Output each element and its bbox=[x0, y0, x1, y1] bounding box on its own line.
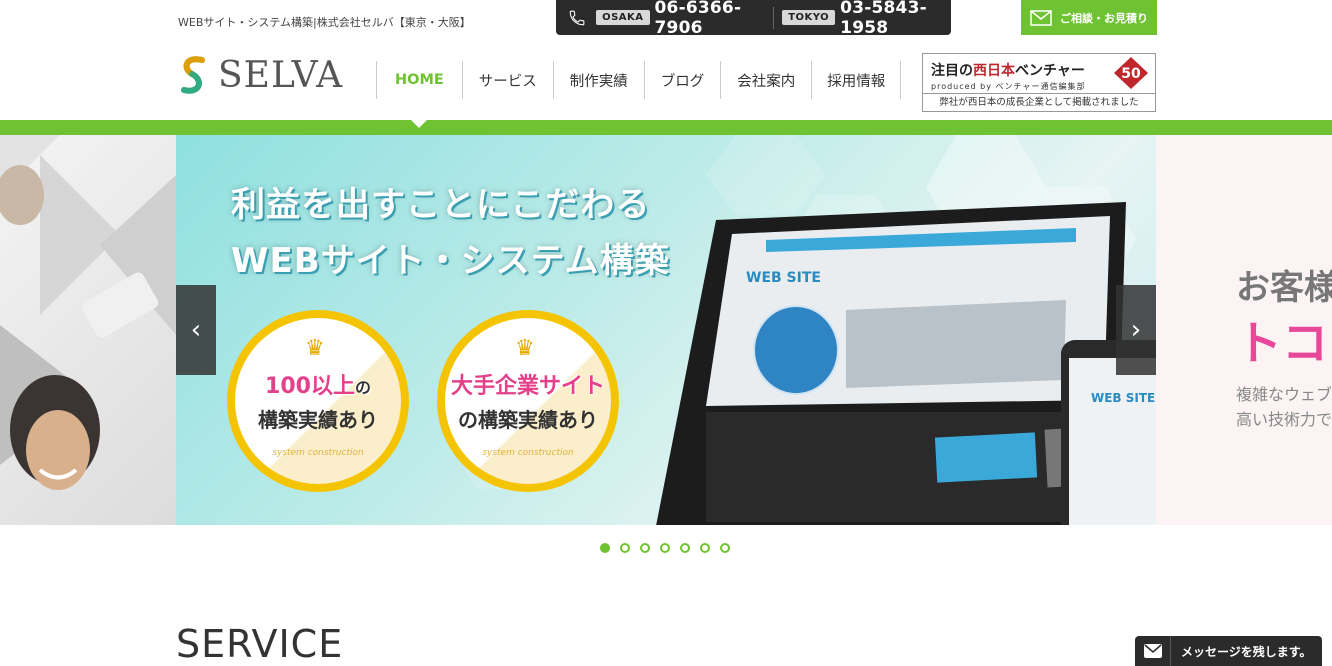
nav-home[interactable]: HOME bbox=[377, 61, 463, 99]
tablet-website-label: WEB SITE bbox=[1091, 391, 1155, 405]
nav-recruit[interactable]: 採用情報 bbox=[812, 61, 902, 99]
tokyo-phone-number[interactable]: 03-5843-1958 bbox=[840, 0, 951, 38]
osaka-phone-number[interactable]: 06-6366-7906 bbox=[655, 0, 766, 38]
main-slide: WEB SITE WEB SITE 利益を出すことにこだわる WEBサイト・シス… bbox=[176, 135, 1156, 525]
next-slide-peek: お客様 トコ 複雑なウェブ 高い技術力で bbox=[1156, 135, 1332, 525]
phone-divider bbox=[773, 6, 775, 29]
hero-headline-2: WEBサイト・システム構築 bbox=[231, 241, 670, 281]
page: WEBサイト・システム構築|株式会社セルバ【東京・大阪】 OSAKA 06-63… bbox=[0, 0, 1332, 666]
logo-mark-icon bbox=[181, 56, 205, 94]
service-section-title: SERVICE bbox=[176, 622, 344, 666]
next-slide-heading: お客様 bbox=[1236, 268, 1332, 308]
osaka-label: OSAKA bbox=[596, 10, 650, 25]
phone-contact-box: OSAKA 06-6366-7906 TOKYO 03-5843-1958 bbox=[556, 0, 951, 38]
envelope-icon bbox=[1143, 644, 1162, 658]
screen-website-label: WEB SITE bbox=[746, 270, 821, 286]
slider-dot-7[interactable] bbox=[720, 543, 730, 553]
badge-subtitle: produced by ベンチャー通信編集部 bbox=[931, 82, 1086, 91]
badge-number: 50 bbox=[1121, 66, 1141, 82]
main-nav: HOME サービス 制作実績 ブログ 会社案内 採用情報 bbox=[376, 61, 902, 99]
slider-prev-button[interactable]: ‹ bbox=[176, 285, 216, 375]
people-collage-image bbox=[0, 135, 176, 490]
next-slide-text-1: 複雑なウェブ bbox=[1236, 385, 1332, 404]
leave-message-label: メッセージを残します。 bbox=[1181, 644, 1312, 659]
active-nav-indicator bbox=[411, 120, 427, 128]
slider-dot-6[interactable] bbox=[700, 543, 710, 553]
leave-message-button[interactable]: メッセージを残します。 bbox=[1135, 636, 1322, 666]
phone-icon bbox=[569, 10, 585, 25]
prev-slide-peek bbox=[0, 135, 176, 525]
consult-estimate-button[interactable]: ご相談・お見積り bbox=[1021, 0, 1157, 35]
nav-company[interactable]: 会社案内 bbox=[721, 61, 813, 99]
slider-dot-5[interactable] bbox=[680, 543, 690, 553]
slider-dot-3[interactable] bbox=[640, 543, 650, 553]
achievement-medal-1: ♛ 100以上の 構築実績あり system construction bbox=[227, 310, 409, 492]
slider-dot-2[interactable] bbox=[620, 543, 630, 553]
hero-slider: WEB SITE WEB SITE 利益を出すことにこだわる WEBサイト・シス… bbox=[0, 135, 1332, 525]
medal1-headline: 100以上 bbox=[265, 374, 355, 399]
next-slide-text-2: 高い技術力で bbox=[1236, 410, 1332, 429]
site-tagline: WEBサイト・システム構築|株式会社セルバ【東京・大阪】 bbox=[178, 16, 471, 29]
tokyo-label: TOKYO bbox=[782, 10, 836, 25]
badge-caption: 弊社が西日本の成長企業として掲載されました bbox=[923, 93, 1155, 111]
consult-label: ご相談・お見積り bbox=[1060, 11, 1148, 25]
slider-next-button[interactable]: › bbox=[1116, 285, 1156, 375]
chevron-right-icon: › bbox=[1130, 315, 1142, 345]
badge-50-icon: 50 bbox=[1114, 57, 1148, 89]
nav-services[interactable]: サービス bbox=[463, 61, 554, 99]
medal2-text: の構築実績あり bbox=[458, 408, 598, 432]
badge-title-suffix: ベンチャー bbox=[1015, 63, 1085, 79]
badge-title-prefix: 注目の bbox=[931, 63, 973, 79]
medal1-footer: system construction bbox=[272, 448, 364, 458]
slider-pagination bbox=[600, 543, 730, 553]
medal1-text: 構築実績あり bbox=[258, 408, 378, 432]
medal2-headline: 大手企業サイト bbox=[450, 374, 605, 399]
mail-icon bbox=[1030, 9, 1052, 26]
slider-dot-1[interactable] bbox=[600, 543, 610, 553]
nav-works[interactable]: 制作実績 bbox=[554, 61, 645, 99]
crown-icon: ♛ bbox=[515, 336, 535, 361]
badge-title: 注目の西日本ベンチャー bbox=[931, 60, 1085, 80]
slider-dot-4[interactable] bbox=[660, 543, 670, 553]
nav-blog[interactable]: ブログ bbox=[645, 61, 722, 99]
medal1-particle: の bbox=[354, 378, 371, 397]
badge-title-red: 西日本 bbox=[973, 63, 1015, 79]
medal2-footer: system construction bbox=[482, 448, 574, 458]
chevron-left-icon: ‹ bbox=[190, 315, 202, 345]
selva-logo[interactable]: SELVA bbox=[176, 52, 343, 98]
venture50-badge[interactable]: 注目の西日本ベンチャー 50 produced by ベンチャー通信編集部 弊社… bbox=[922, 53, 1156, 112]
achievement-medal-2: ♛ 大手企業サイト の構築実績あり system construction bbox=[437, 310, 619, 492]
crown-icon: ♛ bbox=[305, 336, 325, 361]
hero-headline-1: 利益を出すことにこだわる bbox=[231, 185, 651, 225]
logo-text: SELVA bbox=[218, 54, 344, 96]
nav-underline-bar bbox=[0, 120, 1332, 135]
next-slide-catch: トコ bbox=[1236, 316, 1328, 370]
